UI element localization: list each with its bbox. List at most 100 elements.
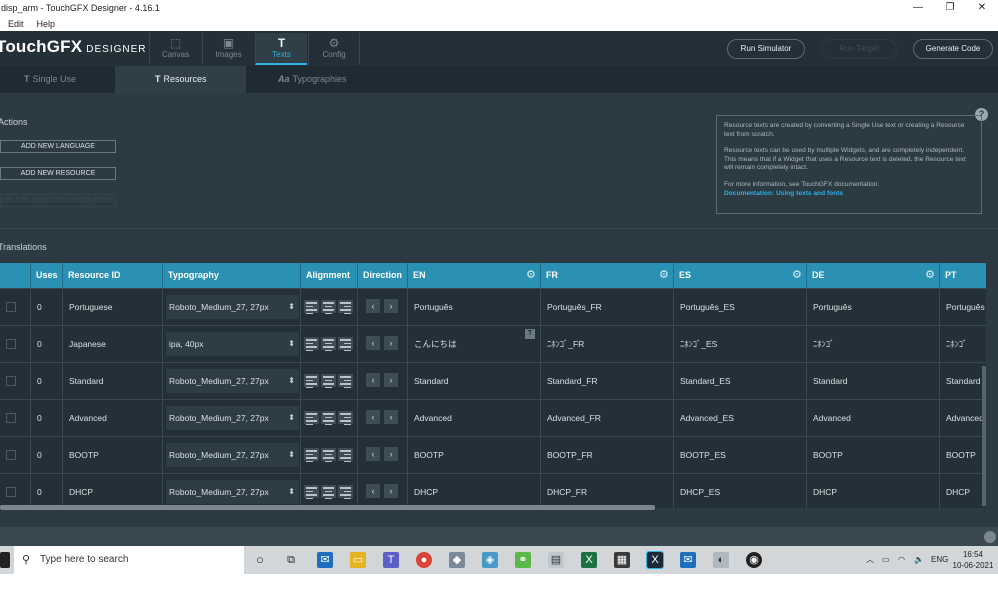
direction-ltr-icon[interactable]: ‹ xyxy=(366,484,380,498)
cell-en[interactable]: Português xyxy=(407,289,540,325)
cell-en[interactable]: Standard xyxy=(407,363,540,399)
cortana-icon[interactable]: ○ xyxy=(252,552,268,568)
teams-icon[interactable]: T xyxy=(383,552,399,568)
cell-de[interactable]: DHCP xyxy=(806,474,939,508)
add-resource-button[interactable]: ADD NEW RESOURCE xyxy=(0,167,116,180)
taskbar-search[interactable]: ⚲ Type here to search xyxy=(14,546,244,574)
align-center-icon[interactable] xyxy=(321,485,336,499)
direction-ltr-icon[interactable]: ‹ xyxy=(366,336,380,350)
cell-pt[interactable]: Standard xyxy=(939,363,986,399)
cell-pt[interactable]: Advanced xyxy=(939,400,986,436)
align-right-icon[interactable] xyxy=(338,411,353,425)
direction-rtl-icon[interactable]: › xyxy=(384,410,398,424)
cell-es[interactable]: ﾆﾎﾝｺﾞ_ES xyxy=(673,326,806,362)
table-row[interactable]: 0 BOOTP Roboto_Medium_27, 27px ⬍ ‹ › BOOT… xyxy=(0,436,986,473)
close-button[interactable]: ✕ xyxy=(966,0,998,16)
documentation-link[interactable]: Documentation: Using texts and fonts xyxy=(724,190,974,199)
language-indicator[interactable]: ENG xyxy=(931,546,948,574)
minimize-button[interactable]: — xyxy=(902,0,934,16)
direction-rtl-icon[interactable]: › xyxy=(384,447,398,461)
cell-en[interactable]: こんにちは xyxy=(407,326,540,362)
align-center-icon[interactable] xyxy=(321,374,336,388)
direction-ltr-icon[interactable]: ‹ xyxy=(366,410,380,424)
direction-rtl-icon[interactable]: › xyxy=(384,299,398,313)
align-right-icon[interactable] xyxy=(338,448,353,462)
direction-rtl-icon[interactable]: › xyxy=(384,484,398,498)
direction-rtl-icon[interactable]: › xyxy=(384,336,398,350)
app-icon[interactable]: ◉ xyxy=(746,552,762,568)
app-icon[interactable]: ▦ xyxy=(614,552,630,568)
align-left-icon[interactable] xyxy=(304,337,319,351)
align-right-icon[interactable] xyxy=(338,300,353,314)
subtab-typographies[interactable]: Aa Typographies xyxy=(278,66,378,93)
excel-icon[interactable]: X xyxy=(581,552,597,568)
taskbar-clock[interactable]: 16:54 10-06-2021 xyxy=(951,549,995,571)
gear-icon[interactable]: ⚙ xyxy=(925,263,935,288)
app-icon[interactable]: ◐ xyxy=(713,552,729,568)
header-resource-id[interactable]: Resource ID xyxy=(62,263,162,288)
align-right-icon[interactable] xyxy=(338,485,353,499)
cell-fr[interactable]: Standard_FR xyxy=(540,363,673,399)
horizontal-scrollbar[interactable] xyxy=(0,505,655,510)
tab-texts[interactable]: T Texts xyxy=(255,33,307,65)
chrome-icon[interactable]: ● xyxy=(416,552,432,568)
header-alignment[interactable]: Alignment xyxy=(300,263,357,288)
cell-de[interactable]: ﾆﾎﾝｺﾞ xyxy=(806,326,939,362)
subtab-single-use[interactable]: T Single Use xyxy=(24,66,114,93)
row-checkbox[interactable] xyxy=(6,450,16,460)
table-row[interactable]: 0 Advanced Roboto_Medium_27, 27px ⬍ ‹ › A… xyxy=(0,399,986,436)
volume-icon[interactable]: 🔈 xyxy=(914,546,924,574)
typography-select[interactable]: Roboto_Medium_27, 27px ⬍ xyxy=(166,406,299,430)
tab-images[interactable]: ▣ Images xyxy=(202,33,254,65)
direction-rtl-icon[interactable]: › xyxy=(384,373,398,387)
mail-icon[interactable]: ✉ xyxy=(680,552,696,568)
header-uses[interactable]: Uses xyxy=(30,263,62,288)
align-left-icon[interactable] xyxy=(304,485,319,499)
typography-select[interactable]: Roboto_Medium_27, 27px ⬍ xyxy=(166,443,299,467)
subtab-resources[interactable]: T Resources xyxy=(115,66,246,93)
maximize-button[interactable]: ❐ xyxy=(934,0,966,16)
menu-edit[interactable]: Edit xyxy=(0,19,29,29)
header-direction[interactable]: Direction xyxy=(357,263,407,288)
app-icon[interactable]: ◆ xyxy=(449,552,465,568)
row-checkbox[interactable] xyxy=(6,302,16,312)
cell-fr[interactable]: Advanced_FR xyxy=(540,400,673,436)
cell-pt[interactable]: ﾆﾎﾝｺﾞ xyxy=(939,326,986,362)
outlook-icon[interactable]: ✉ xyxy=(317,552,333,568)
cell-en[interactable]: Advanced xyxy=(407,400,540,436)
cell-pt[interactable]: DHCP xyxy=(939,474,986,508)
cell-fr[interactable]: DHCP_FR xyxy=(540,474,673,508)
direction-ltr-icon[interactable]: ‹ xyxy=(366,447,380,461)
row-checkbox[interactable] xyxy=(6,376,16,386)
output-toggle-icon[interactable] xyxy=(984,531,996,543)
cell-pt[interactable]: Português xyxy=(939,289,986,325)
align-center-icon[interactable] xyxy=(321,448,336,462)
align-left-icon[interactable] xyxy=(304,448,319,462)
cell-resource-id[interactable]: Advanced xyxy=(62,400,162,436)
row-checkbox[interactable] xyxy=(6,339,16,349)
align-right-icon[interactable] xyxy=(338,337,353,351)
direction-ltr-icon[interactable]: ‹ xyxy=(366,299,380,313)
typography-select[interactable]: Roboto_Medium_27, 27px ⬍ xyxy=(166,480,299,504)
add-language-button[interactable]: ADD NEW LANGUAGE xyxy=(0,140,116,153)
cell-fr[interactable]: BOOTP_FR xyxy=(540,437,673,473)
header-en[interactable]: EN xyxy=(407,263,540,288)
gear-icon[interactable]: ⚙ xyxy=(792,263,802,288)
header-de[interactable]: DE xyxy=(806,263,939,288)
table-row[interactable]: 0 Portuguese Roboto_Medium_27, 27px ⬍ ‹ ›… xyxy=(0,288,986,325)
cell-de[interactable]: Standard xyxy=(806,363,939,399)
cell-resource-id[interactable]: BOOTP xyxy=(62,437,162,473)
menu-help[interactable]: Help xyxy=(29,19,61,29)
align-right-icon[interactable] xyxy=(338,374,353,388)
run-simulator-button[interactable]: Run Simulator xyxy=(727,39,805,59)
table-row[interactable]: 0 Japanese ipa, 40px ⬍ ‹ › こんにちは T ﾆﾎﾝｺﾞ_… xyxy=(0,325,986,362)
cell-de[interactable]: Português xyxy=(806,289,939,325)
align-center-icon[interactable] xyxy=(321,337,336,351)
tray-chevron-icon[interactable]: ︿ xyxy=(866,546,874,574)
align-center-icon[interactable] xyxy=(321,300,336,314)
wifi-icon[interactable]: ◠ xyxy=(898,546,905,574)
tab-config[interactable]: ⚙ Config xyxy=(308,33,360,65)
cell-es[interactable]: Advanced_ES xyxy=(673,400,806,436)
cell-fr[interactable]: ﾆﾎﾝｺﾞ_FR xyxy=(540,326,673,362)
typography-select[interactable]: ipa, 40px ⬍ xyxy=(166,332,299,356)
